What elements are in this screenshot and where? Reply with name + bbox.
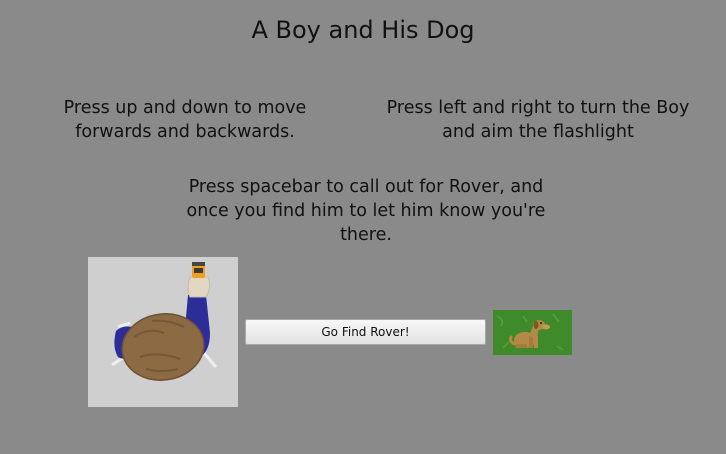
boy-sprite-image — [88, 257, 238, 407]
flashlight-band — [194, 268, 203, 273]
move-instructions: Press up and down to move forwards and b… — [63, 98, 307, 142]
dog-sprite-image — [493, 310, 572, 355]
dog-snout — [542, 324, 550, 330]
dog-sprite-svg — [496, 313, 564, 351]
dog-front-leg — [529, 336, 533, 348]
dog-front-leg-2 — [534, 336, 538, 348]
dog-eye — [540, 322, 542, 324]
boy-hand — [187, 276, 211, 298]
go-find-rover-button[interactable]: Go Find Rover! — [245, 319, 486, 345]
turn-instructions: Press left and right to turn the Boy and… — [386, 98, 690, 142]
flashlight-lens — [192, 262, 205, 266]
boy-sprite-svg — [111, 262, 218, 381]
call-instructions: Press spacebar to call out for Rover, an… — [186, 177, 546, 245]
page-title: A Boy and His Dog — [251, 16, 475, 44]
dog-back-leg — [515, 344, 527, 348]
dog-ear — [533, 321, 539, 329]
